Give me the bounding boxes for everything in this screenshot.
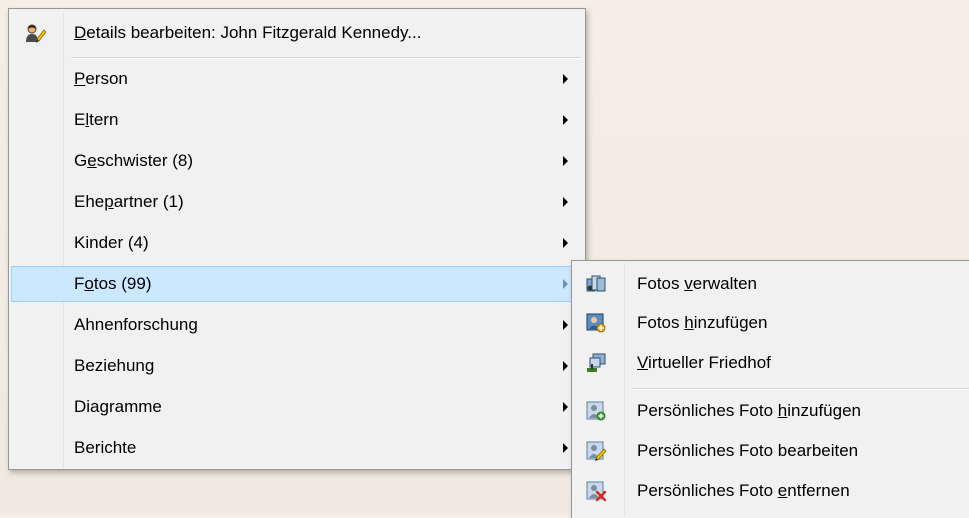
submenu-item-persoenliches-foto-hinzufuegen[interactable]: Persönliches Foto hinzufügen bbox=[574, 393, 967, 429]
menu-item-label: Eltern bbox=[74, 110, 119, 129]
submenu-arrow-icon bbox=[563, 320, 568, 330]
menu-item-label: Geschwister (8) bbox=[74, 151, 194, 170]
menu-item-kinder[interactable]: Kinder (4) bbox=[11, 225, 583, 261]
menu-item-label: Person bbox=[74, 69, 128, 88]
desktop-background: { "main_menu": { "header_item": { "icon"… bbox=[0, 0, 969, 518]
submenu-item-label: Fotos verwalten bbox=[637, 274, 758, 293]
menu-item-fotos[interactable]: Fotos (99) bbox=[11, 266, 583, 302]
submenu-item-label: Persönliches Foto hinzufügen bbox=[637, 401, 861, 420]
menu-item-berichte[interactable]: Berichte bbox=[11, 430, 583, 466]
submenu-arrow-icon bbox=[563, 238, 568, 248]
menu-item-label: Kinder (4) bbox=[74, 233, 149, 252]
photos-manage-icon bbox=[585, 273, 607, 295]
menu-item-ehepartner[interactable]: Ehepartner (1) bbox=[11, 184, 583, 220]
submenu-arrow-icon bbox=[563, 197, 568, 207]
submenu-separator bbox=[632, 388, 969, 390]
submenu-arrow-icon bbox=[563, 443, 568, 453]
menu-item-geschwister[interactable]: Geschwister (8) bbox=[11, 143, 583, 179]
submenu-item-persoenliches-foto-bearbeiten[interactable]: Persönliches Foto bearbeiten bbox=[574, 433, 967, 469]
personal-photo-edit-icon bbox=[585, 440, 607, 462]
submenu-arrow-icon bbox=[563, 156, 568, 166]
context-menu: Details bearbeiten: John Fitzgerald Kenn… bbox=[8, 8, 586, 470]
submenu-arrow-icon bbox=[563, 279, 568, 289]
menu-item-label: Beziehung bbox=[74, 356, 155, 375]
menu-item-eltern[interactable]: Eltern bbox=[11, 102, 583, 138]
menu-item-label: Ahnenforschung bbox=[74, 315, 198, 334]
menu-item-label: Ehepartner (1) bbox=[74, 192, 184, 211]
menu-item-label: Diagramme bbox=[74, 397, 162, 416]
submenu-item-label: Virtueller Friedhof bbox=[637, 353, 771, 372]
submenu-item-label: Persönliches Foto bearbeiten bbox=[637, 441, 859, 460]
menu-item-beziehung[interactable]: Beziehung bbox=[11, 348, 583, 384]
menu-item-person[interactable]: Person bbox=[11, 61, 583, 97]
submenu-arrow-icon bbox=[563, 402, 568, 412]
submenu-item-persoenliches-foto-entfernen[interactable]: Persönliches Foto entfernen bbox=[574, 473, 967, 509]
submenu-item-fotos-hinzufuegen[interactable]: Fotos hinzufügen bbox=[574, 305, 967, 341]
menu-item-diagramme[interactable]: Diagramme bbox=[11, 389, 583, 425]
menu-separator bbox=[71, 57, 581, 59]
submenu-item-label: Fotos hinzufügen bbox=[637, 313, 768, 332]
personal-photo-remove-icon bbox=[585, 480, 607, 502]
submenu-arrow-icon bbox=[563, 361, 568, 371]
submenu-item-label: Persönliches Foto entfernen bbox=[637, 481, 850, 500]
menu-item-label: Berichte bbox=[74, 438, 137, 457]
photo-add-icon bbox=[585, 312, 607, 334]
submenu-item-virtueller-friedhof[interactable]: Virtueller Friedhof bbox=[574, 345, 967, 381]
fotos-submenu: Fotos verwalten Fotos hinzufügen Virtuel… bbox=[571, 260, 969, 518]
personal-photo-add-icon bbox=[585, 400, 607, 422]
edit-person-icon bbox=[24, 22, 46, 44]
menu-item-label: Details bearbeiten: John Fitzgerald Kenn… bbox=[74, 23, 422, 42]
submenu-arrow-icon bbox=[563, 115, 568, 125]
menu-item-label: Fotos (99) bbox=[74, 274, 152, 293]
submenu-item-fotos-verwalten[interactable]: Fotos verwalten bbox=[574, 266, 967, 302]
virtual-cemetery-icon bbox=[585, 352, 607, 374]
menu-item-ahnenforschung[interactable]: Ahnenforschung bbox=[11, 307, 583, 343]
menu-item-edit-details[interactable]: Details bearbeiten: John Fitzgerald Kenn… bbox=[11, 15, 583, 51]
submenu-arrow-icon bbox=[563, 74, 568, 84]
